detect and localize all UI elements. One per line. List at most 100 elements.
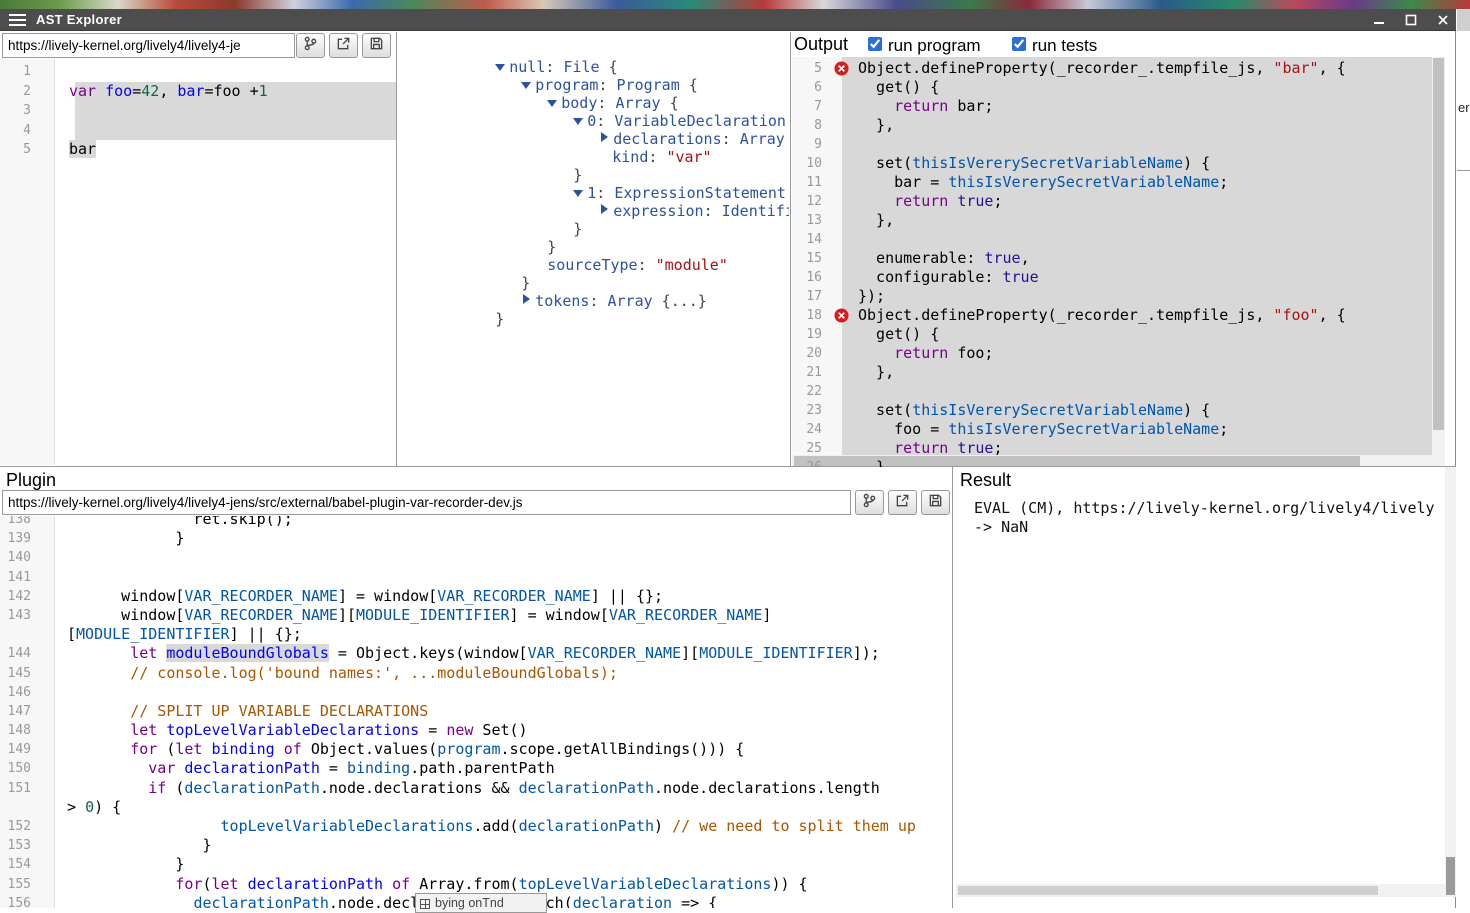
result-line: -> NaN bbox=[974, 518, 1445, 537]
code-token: topLevelVariableDeclarations bbox=[519, 875, 772, 893]
output-vertical-scrollbar[interactable] bbox=[1432, 57, 1445, 455]
code-line: 138 ret.skip(); bbox=[0, 516, 952, 529]
code-text: return true; bbox=[854, 439, 1003, 458]
plugin-editor[interactable]: 138 ret.skip(); 139 } 140 141 bbox=[0, 516, 952, 908]
code-token: declarationPath bbox=[519, 817, 654, 835]
git-branch-icon bbox=[303, 36, 318, 56]
code-token bbox=[67, 740, 130, 758]
background-window-titlebar bbox=[1457, 9, 1470, 31]
open-external-icon bbox=[895, 493, 910, 513]
code-token: VAR_RECORDER_NAME bbox=[184, 587, 338, 605]
code-token bbox=[67, 721, 130, 739]
line-number: 142 bbox=[0, 587, 39, 606]
code-token: } bbox=[495, 310, 504, 328]
line-number: 15 bbox=[792, 249, 832, 268]
code-token: ] = window[ bbox=[338, 587, 437, 605]
code-token: declaration bbox=[573, 894, 672, 908]
code-line: 17 }); bbox=[792, 287, 1432, 306]
code-text bbox=[854, 230, 858, 249]
code-token: .path.parentPath bbox=[410, 759, 555, 777]
source-url-input[interactable] bbox=[2, 33, 295, 58]
code-token: { bbox=[600, 58, 618, 76]
code-text: bar = thisIsVererySecretVariableName; bbox=[854, 173, 1228, 192]
code-token: } bbox=[547, 238, 556, 256]
line-number: 5 bbox=[792, 59, 832, 78]
code-token bbox=[96, 82, 105, 100]
error-marker-icon[interactable] bbox=[832, 59, 854, 78]
expand-arrow-icon[interactable] bbox=[599, 132, 613, 144]
code-token: true bbox=[1003, 268, 1039, 286]
code-line: 23 set(thisIsVererySecretVariableName) { bbox=[792, 401, 1432, 420]
code-token bbox=[858, 192, 894, 210]
code-token: "module" bbox=[656, 256, 728, 274]
result-horizontal-scrollbar[interactable] bbox=[956, 884, 1445, 897]
code-line: 16 configurable: true bbox=[792, 268, 1432, 287]
error-marker-icon[interactable] bbox=[832, 306, 854, 325]
plugin-url-input[interactable] bbox=[2, 490, 851, 515]
plugin-code-lines: 138 ret.skip(); 139 } 140 141 bbox=[0, 516, 952, 908]
code-text bbox=[39, 548, 67, 567]
scrollbar-thumb[interactable] bbox=[1433, 58, 1444, 430]
bottom-popup-fragment[interactable]: bying onTnd bbox=[415, 893, 547, 913]
source-save-button[interactable] bbox=[362, 33, 391, 58]
expand-arrow-icon[interactable] bbox=[495, 60, 509, 72]
desktop-background-strip bbox=[0, 0, 1470, 9]
result-pane-title: Result bbox=[960, 469, 1011, 491]
ast-tree-pane[interactable]: null: File { program: Program { body: Ar… bbox=[397, 32, 789, 466]
plugin-versions-button[interactable] bbox=[855, 490, 884, 515]
code-line: 9 bbox=[792, 135, 1432, 154]
result-vertical-scrollbar[interactable] bbox=[1445, 467, 1456, 897]
maximize-button[interactable] bbox=[1404, 13, 1418, 27]
code-token: =foo + bbox=[204, 82, 258, 100]
code-text: // console.log('bound names:', ...module… bbox=[39, 664, 618, 683]
scrollbar-thumb[interactable] bbox=[958, 886, 1378, 895]
expand-arrow-icon[interactable] bbox=[573, 114, 587, 126]
run-tests-checkbox[interactable] bbox=[1012, 37, 1026, 51]
run-program-checkbox[interactable] bbox=[868, 37, 882, 51]
code-line: 5 bar bbox=[0, 140, 396, 160]
menu-icon[interactable] bbox=[9, 14, 26, 26]
scrollbar-thumb[interactable] bbox=[1446, 857, 1455, 895]
code-token: )) { bbox=[771, 875, 807, 893]
code-token: ) { bbox=[94, 798, 121, 816]
code-token: { bbox=[786, 112, 789, 130]
code-token: ] bbox=[762, 606, 771, 624]
code-token: for bbox=[175, 875, 202, 893]
plugin-save-button[interactable] bbox=[921, 490, 950, 515]
code-line: > 0) { bbox=[0, 798, 952, 817]
output-editor[interactable]: 5 Object.defineProperty(_recorder_.tempf… bbox=[792, 57, 1445, 467]
expand-arrow-icon[interactable] bbox=[573, 186, 587, 198]
code-text: } bbox=[39, 529, 184, 548]
result-output[interactable]: EVAL (CM), https://lively-kernel.org/liv… bbox=[974, 499, 1445, 879]
result-line: EVAL (CM), https://lively-kernel.org/liv… bbox=[974, 499, 1445, 518]
line-number: 139 bbox=[0, 529, 39, 548]
plugin-open-external-button[interactable] bbox=[888, 490, 917, 515]
source-editor[interactable]: 1 2 var foo=42, bar=foo +1 3 4 bbox=[0, 59, 396, 465]
code-token bbox=[157, 721, 166, 739]
code-token: } bbox=[521, 274, 530, 292]
code-token: return bbox=[894, 97, 948, 115]
code-token: set( bbox=[858, 401, 912, 419]
code-token: }, bbox=[858, 363, 894, 381]
code-token: ] || {}; bbox=[591, 587, 663, 605]
expand-arrow-icon[interactable] bbox=[521, 78, 535, 90]
code-token bbox=[948, 192, 957, 210]
line-number: 22 bbox=[792, 382, 832, 401]
expand-arrow-icon[interactable] bbox=[599, 204, 613, 216]
line-number: 25 bbox=[792, 439, 832, 458]
expand-arrow-icon[interactable] bbox=[521, 294, 535, 306]
code-token: "bar" bbox=[1273, 59, 1318, 77]
save-icon bbox=[928, 493, 943, 513]
line-number: 17 bbox=[792, 287, 832, 306]
source-versions-button[interactable] bbox=[296, 33, 325, 58]
code-token bbox=[67, 644, 130, 662]
expand-arrow-icon[interactable] bbox=[547, 96, 561, 108]
code-text bbox=[39, 683, 67, 702]
code-token bbox=[858, 439, 894, 457]
code-text: configurable: true bbox=[854, 268, 1039, 287]
source-open-external-button[interactable] bbox=[329, 33, 358, 58]
close-button[interactable] bbox=[1436, 13, 1450, 27]
line-number: 16 bbox=[792, 268, 832, 287]
minimize-button[interactable] bbox=[1372, 13, 1386, 27]
code-text: [MODULE_IDENTIFIER] || {}; bbox=[39, 625, 302, 644]
